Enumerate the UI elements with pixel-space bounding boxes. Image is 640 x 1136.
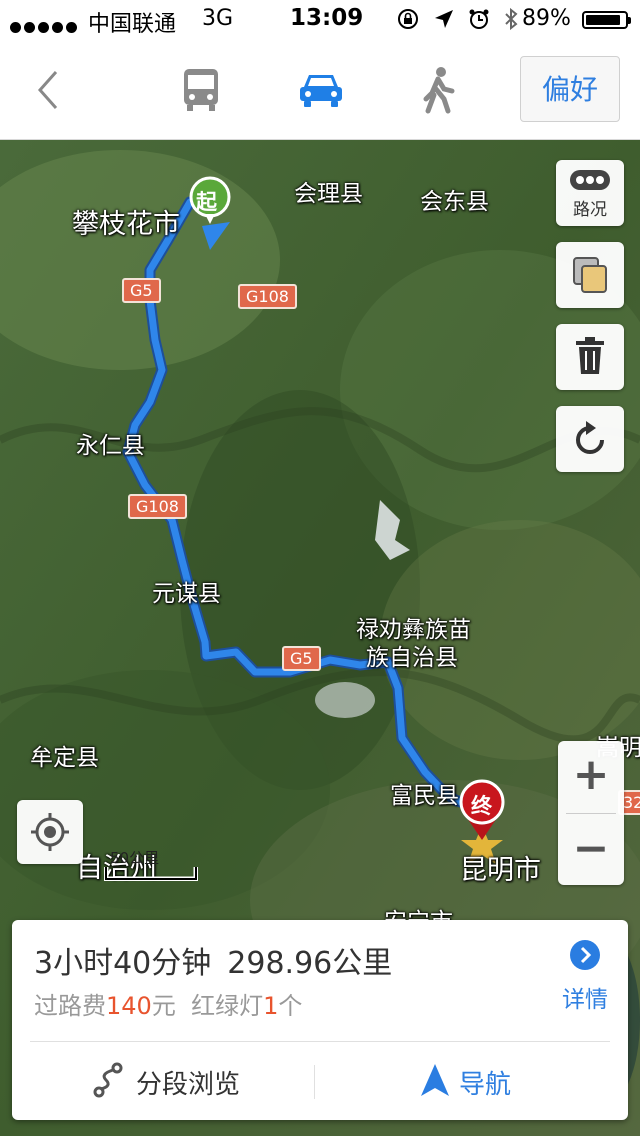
scale-bar: 50公里 (104, 849, 198, 881)
traffic-button[interactable]: 路况 (556, 160, 624, 226)
traffic-label: 路况 (573, 200, 607, 220)
route-summary-card[interactable]: 3小时40分钟 298.96公里 过路费140元 红绿灯1个 详情 分段浏览 导航 (12, 920, 628, 1120)
navigate-arrow-icon (421, 1064, 449, 1096)
place-label: 永仁县 (76, 433, 145, 459)
segment-label: 分段浏览 (136, 1070, 241, 1100)
bluetooth-icon (505, 7, 518, 31)
road-shield: G5 (122, 278, 161, 303)
start-marker-label: 起 (196, 190, 217, 214)
place-label: 昆明市 (460, 855, 541, 886)
place-label: 会东县 (420, 189, 489, 215)
segment-browse-button[interactable]: 分段浏览 (12, 1042, 314, 1120)
scale-label: 50公里 (110, 849, 159, 867)
transport-mode-bar: 偏好 (0, 40, 640, 140)
status-icons (396, 6, 519, 31)
battery-percent: 89% (522, 6, 571, 31)
navigate-label: 导航 (459, 1070, 512, 1100)
road-shield: G108 (128, 494, 187, 519)
zoom-control: + − (558, 741, 624, 885)
chevron-left-icon[interactable] (30, 68, 70, 112)
location-arrow-icon (435, 10, 453, 28)
battery-icon (582, 11, 631, 29)
details-label: 详情 (562, 987, 608, 1013)
signal-strength-icon (10, 14, 80, 39)
place-label: 元谋县 (152, 581, 221, 607)
toll-unit: 元 (151, 992, 176, 1020)
carrier-name: 中国联通 (88, 12, 177, 37)
place-label: 攀枝花市 (72, 209, 180, 240)
alarm-icon (469, 9, 489, 29)
refresh-icon (576, 421, 604, 454)
status-bar: 中国联通 3G 13:09 89% (0, 0, 640, 40)
locate-button[interactable] (17, 800, 83, 864)
lights-unit: 个 (278, 992, 303, 1020)
walk-icon[interactable] (414, 65, 464, 115)
clock: 13:09 (290, 5, 364, 31)
lights-prefix: 红绿灯 (191, 992, 264, 1020)
toll-prefix: 过路费 (34, 992, 106, 1020)
segment-route-icon (93, 1062, 123, 1098)
zoom-out-button[interactable]: − (558, 813, 624, 885)
trash-icon (576, 337, 604, 374)
car-icon[interactable] (296, 65, 346, 115)
navigate-button[interactable]: 导航 (315, 1042, 628, 1120)
route-costs: 过路费140元 红绿灯1个 (34, 986, 302, 1021)
details-button[interactable]: 详情 (560, 940, 610, 1014)
battery-fill (586, 15, 620, 25)
route-distance: 298.96公里 (227, 946, 393, 981)
place-label: 会理县 (294, 181, 363, 207)
orientation-lock-icon (398, 9, 418, 29)
place-label: 富民县 (390, 783, 459, 809)
road-shield: G108 (238, 284, 297, 309)
chevron-right-icon (570, 940, 600, 970)
route-summary: 3小时40分钟 298.96公里 (34, 938, 408, 982)
route-duration: 3小时40分钟 (34, 946, 212, 981)
end-marker-label: 终 (471, 794, 492, 818)
refresh-button[interactable] (556, 406, 624, 472)
zoom-in-button[interactable]: + (558, 741, 624, 813)
layers-icon (573, 257, 607, 293)
bus-icon[interactable] (176, 65, 226, 115)
toll-amount: 140 (106, 992, 152, 1020)
place-label: 牟定县 (30, 745, 99, 771)
lights-count: 1 (263, 992, 279, 1020)
traffic-icon (570, 170, 610, 190)
clear-route-button[interactable] (556, 324, 624, 390)
network-type: 3G (202, 6, 234, 31)
preference-button[interactable]: 偏好 (520, 56, 620, 122)
locate-icon (31, 813, 69, 851)
layers-button[interactable] (556, 242, 624, 308)
road-shield: G5 (282, 646, 321, 671)
place-label: 族自治县 (366, 645, 458, 671)
